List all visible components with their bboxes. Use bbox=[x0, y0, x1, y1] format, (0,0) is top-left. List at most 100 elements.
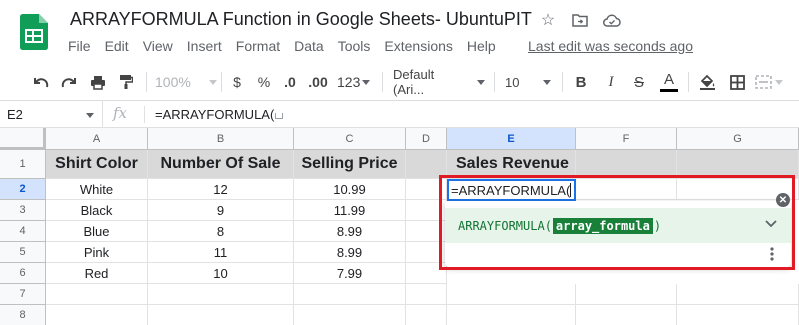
cell-g1[interactable] bbox=[677, 150, 799, 179]
fill-color-icon[interactable] bbox=[697, 70, 717, 94]
cell-c3[interactable]: 11.99 bbox=[294, 200, 406, 221]
menu-tools[interactable]: Tools bbox=[331, 38, 378, 54]
cell-c4[interactable]: 8.99 bbox=[294, 221, 406, 242]
cell-a4[interactable]: Blue bbox=[46, 221, 148, 242]
name-box[interactable]: E2 bbox=[0, 101, 103, 128]
zoom-select[interactable]: 100% bbox=[155, 70, 217, 94]
column-header-b[interactable]: B bbox=[148, 128, 294, 150]
cell-f7[interactable] bbox=[576, 284, 677, 305]
column-header-d[interactable]: D bbox=[406, 128, 447, 150]
column-header-f[interactable]: F bbox=[576, 128, 677, 150]
cell-b6[interactable]: 10 bbox=[148, 263, 294, 284]
cell-b5[interactable]: 11 bbox=[148, 242, 294, 263]
paint-format-icon[interactable] bbox=[115, 70, 137, 94]
text-color-button[interactable]: A bbox=[658, 70, 680, 94]
menu-view[interactable]: View bbox=[136, 38, 180, 54]
merge-cells-icon[interactable] bbox=[755, 70, 785, 94]
cell-c7[interactable] bbox=[294, 284, 406, 305]
column-header-a[interactable]: A bbox=[46, 128, 148, 150]
cell-a3[interactable]: Black bbox=[46, 200, 148, 221]
cell-a8[interactable] bbox=[46, 305, 148, 325]
cell-a6[interactable]: Red bbox=[46, 263, 148, 284]
menu-extensions[interactable]: Extensions bbox=[377, 38, 459, 54]
font-family-select[interactable]: Default (Ari... bbox=[393, 67, 485, 97]
cell-c8[interactable] bbox=[294, 305, 406, 325]
cell-a5[interactable]: Pink bbox=[46, 242, 148, 263]
font-size-select[interactable]: 10 bbox=[505, 70, 553, 94]
cell-b1[interactable]: Number Of Sale bbox=[148, 150, 294, 179]
row-header-4[interactable]: 4 bbox=[0, 221, 46, 242]
cell-f2[interactable] bbox=[576, 179, 677, 200]
cell-c5[interactable]: 8.99 bbox=[294, 242, 406, 263]
row-header-1[interactable]: 1 bbox=[0, 150, 46, 179]
cell-g8[interactable] bbox=[677, 305, 799, 325]
cell-d8[interactable] bbox=[406, 305, 447, 325]
menu-help[interactable]: Help bbox=[460, 38, 503, 54]
google-sheets-logo[interactable] bbox=[20, 14, 48, 50]
more-formats-button[interactable]: 123 bbox=[337, 70, 371, 94]
cell-c6[interactable]: 7.99 bbox=[294, 263, 406, 284]
last-edit-link[interactable]: Last edit was seconds ago bbox=[528, 38, 693, 54]
decrease-decimals-button[interactable]: .0 bbox=[280, 70, 300, 94]
cell-d2[interactable] bbox=[406, 179, 447, 200]
percent-button[interactable]: % bbox=[256, 70, 272, 94]
undo-icon[interactable] bbox=[30, 70, 52, 94]
cloud-status-icon[interactable] bbox=[601, 10, 623, 30]
currency-button[interactable]: $ bbox=[229, 70, 245, 94]
cell-f8[interactable] bbox=[576, 305, 677, 325]
row-header-2[interactable]: 2 bbox=[0, 179, 46, 200]
italic-button[interactable]: I bbox=[602, 70, 620, 94]
active-cell-editor[interactable]: =ARRAYFORMULA( bbox=[447, 179, 576, 201]
cell-e1[interactable]: Sales Revenue bbox=[447, 150, 576, 179]
cell-d5[interactable] bbox=[406, 242, 447, 263]
row-header-8[interactable]: 8 bbox=[0, 305, 46, 325]
cell-f1[interactable] bbox=[576, 150, 677, 179]
menu-file[interactable]: File bbox=[61, 38, 98, 54]
column-header-c[interactable]: C bbox=[294, 128, 406, 150]
column-header-g[interactable]: G bbox=[677, 128, 799, 150]
print-icon[interactable] bbox=[87, 70, 109, 94]
redo-icon[interactable] bbox=[58, 70, 80, 94]
cell-e8[interactable] bbox=[447, 305, 576, 325]
cell-b7[interactable] bbox=[148, 284, 294, 305]
borders-icon[interactable] bbox=[727, 70, 747, 94]
increase-decimals-button[interactable]: .00 bbox=[305, 70, 331, 94]
document-title[interactable]: ARRAYFORMULA Function in Google Sheets- … bbox=[70, 9, 532, 30]
cell-d6[interactable] bbox=[406, 263, 447, 284]
cell-a7[interactable] bbox=[46, 284, 148, 305]
cell-d3[interactable] bbox=[406, 200, 447, 221]
star-icon[interactable]: ☆ bbox=[537, 10, 559, 30]
move-to-folder-icon[interactable] bbox=[569, 10, 591, 30]
cell-b4[interactable]: 8 bbox=[148, 221, 294, 242]
row-header-7[interactable]: 7 bbox=[0, 284, 46, 305]
cell-a2[interactable]: White bbox=[46, 179, 148, 200]
cell-d4[interactable] bbox=[406, 221, 447, 242]
menu-format[interactable]: Format bbox=[229, 38, 287, 54]
bold-button[interactable]: B bbox=[572, 70, 590, 94]
more-options-icon[interactable] bbox=[770, 247, 774, 263]
menu-data[interactable]: Data bbox=[287, 38, 331, 54]
cell-d1[interactable] bbox=[406, 150, 447, 179]
cell-b2[interactable]: 12 bbox=[148, 179, 294, 200]
cell-d7[interactable] bbox=[406, 284, 447, 305]
row-header-3[interactable]: 3 bbox=[0, 200, 46, 221]
strikethrough-button[interactable]: S bbox=[630, 70, 648, 94]
close-icon[interactable]: ✕ bbox=[776, 193, 790, 207]
row-header-6[interactable]: 6 bbox=[0, 263, 46, 284]
cell-b3[interactable]: 9 bbox=[148, 200, 294, 221]
menu-edit[interactable]: Edit bbox=[98, 38, 136, 54]
cell-c1[interactable]: Selling Price bbox=[294, 150, 406, 179]
cell-g7[interactable] bbox=[677, 284, 799, 305]
row-header-5[interactable]: 5 bbox=[0, 242, 46, 263]
function-argument: array_formula bbox=[552, 217, 653, 234]
cell-e7[interactable] bbox=[447, 284, 576, 305]
function-signature[interactable]: ARRAYFORMULA(array_formula) bbox=[445, 208, 791, 243]
cell-c2[interactable]: 10.99 bbox=[294, 179, 406, 200]
column-header-e[interactable]: E bbox=[447, 128, 576, 150]
select-all-corner[interactable] bbox=[0, 128, 46, 150]
expand-chevron-icon[interactable] bbox=[765, 215, 777, 231]
cell-a1[interactable]: Shirt Color bbox=[46, 150, 148, 179]
cell-b8[interactable] bbox=[148, 305, 294, 325]
formula-input[interactable]: =ARRAYFORMULA( bbox=[155, 107, 284, 122]
menu-insert[interactable]: Insert bbox=[180, 38, 229, 54]
